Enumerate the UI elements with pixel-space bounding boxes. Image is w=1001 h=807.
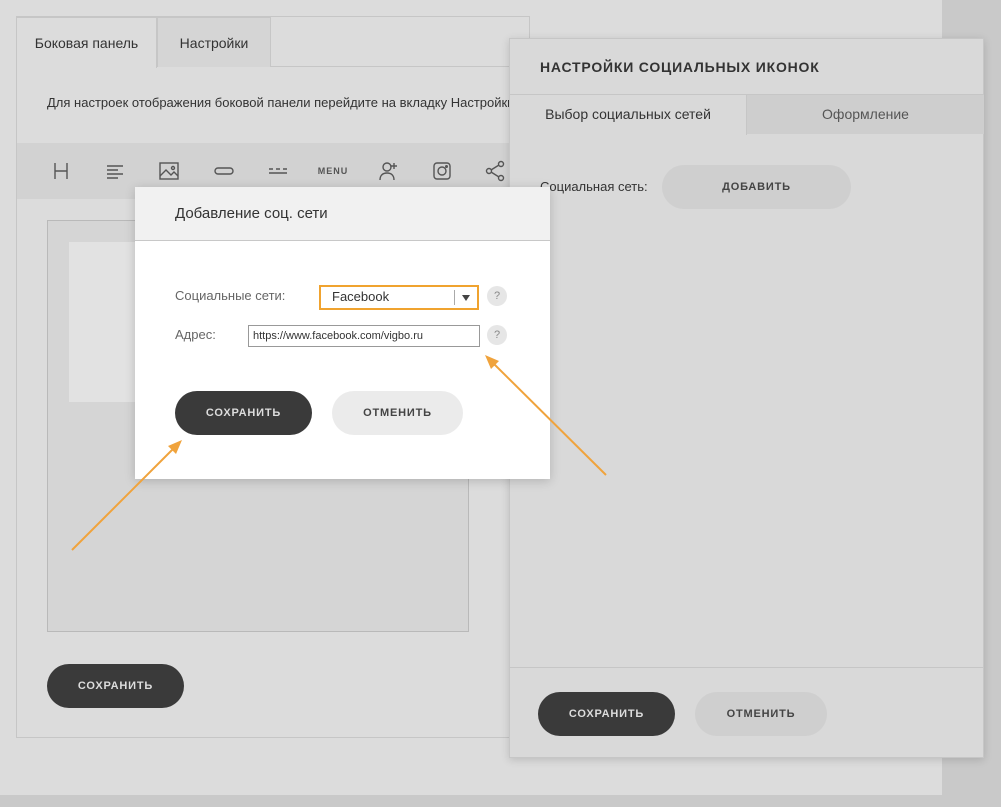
tab-sidebar[interactable]: Боковая панель xyxy=(16,17,157,68)
select-divider xyxy=(454,290,455,305)
heading-icon[interactable] xyxy=(47,157,75,185)
panel-tabs: Выбор социальных сетей Оформление xyxy=(510,94,984,135)
editor-save-button[interactable]: СОХРАНИТЬ xyxy=(47,664,184,708)
info-text: Для настроек отображения боковой панели … xyxy=(47,95,515,110)
editor-tabs: Боковая панель Настройки xyxy=(16,17,529,68)
menu-icon[interactable]: MENU xyxy=(313,157,353,185)
image-icon[interactable] xyxy=(155,157,183,185)
panel-footer-divider xyxy=(510,667,983,668)
instagram-icon[interactable] xyxy=(428,157,456,185)
panel-title: НАСТРОЙКИ СОЦИАЛЬНЫХ ИКОНОК xyxy=(540,59,820,75)
address-input[interactable] xyxy=(248,325,480,347)
add-user-icon[interactable] xyxy=(375,157,403,185)
dialog-cancel-button[interactable]: ОТМЕНИТЬ xyxy=(332,391,463,435)
share-icon[interactable] xyxy=(481,157,509,185)
social-network-select[interactable]: Facebook xyxy=(319,285,479,310)
address-label: Адрес: xyxy=(175,327,216,342)
divider-icon[interactable] xyxy=(264,157,292,185)
text-align-icon[interactable] xyxy=(101,157,129,185)
dialog-save-button[interactable]: СОХРАНИТЬ xyxy=(175,391,312,435)
social-network-label: Социальная сеть: xyxy=(540,179,648,194)
networks-label: Социальные сети: xyxy=(175,288,286,303)
chevron-down-icon[interactable] xyxy=(460,290,472,305)
dialog-header: Добавление соц. сети xyxy=(135,187,550,241)
panel-cancel-button[interactable]: ОТМЕНИТЬ xyxy=(695,692,827,736)
tab-settings[interactable]: Настройки xyxy=(157,17,271,67)
link-icon[interactable] xyxy=(210,157,238,185)
dialog-title: Добавление соц. сети xyxy=(175,205,328,222)
social-icons-settings-panel: НАСТРОЙКИ СОЦИАЛЬНЫХ ИКОНОК Выбор социал… xyxy=(509,38,984,758)
tab-select-networks[interactable]: Выбор социальных сетей xyxy=(510,95,747,135)
networks-help-icon[interactable]: ? xyxy=(487,286,507,306)
panel-save-button[interactable]: СОХРАНИТЬ xyxy=(538,692,675,736)
add-network-button[interactable]: ДОБАВИТЬ xyxy=(662,165,851,209)
tab-appearance[interactable]: Оформление xyxy=(747,95,984,134)
address-help-icon[interactable]: ? xyxy=(487,325,507,345)
selected-network: Facebook xyxy=(332,289,390,304)
add-social-network-dialog: Добавление соц. сети Социальные сети: Fa… xyxy=(135,187,550,479)
